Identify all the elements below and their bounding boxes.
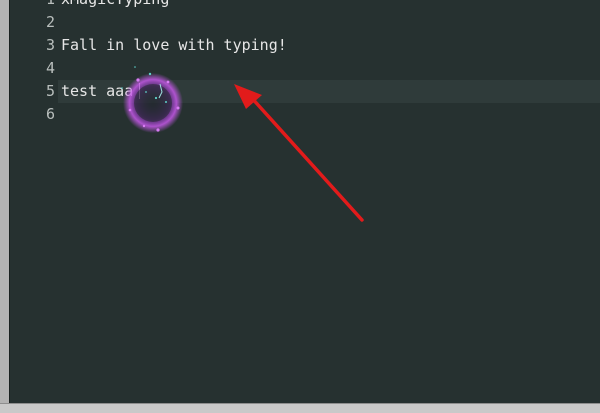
line-number-gutter: 1 2 3 4 5 6 <box>10 0 58 403</box>
line-number: 5 <box>45 82 55 100</box>
line-number: 4 <box>45 59 55 77</box>
text-cursor <box>139 83 141 99</box>
code-line[interactable]: xMagicTyping <box>58 0 600 11</box>
code-line[interactable]: Fall in love with typing! <box>58 34 600 57</box>
line-number: 6 <box>45 105 55 123</box>
code-line[interactable] <box>58 11 600 34</box>
code-line-text: test aaa <box>61 82 134 100</box>
line-number: 1 <box>10 0 55 11</box>
line-number: 3 <box>45 36 55 54</box>
code-line[interactable] <box>58 103 600 126</box>
code-area[interactable]: xMagicTyping Fall in love with typing! t… <box>58 0 600 403</box>
code-line[interactable] <box>58 57 600 80</box>
code-editor[interactable]: 1 2 3 4 5 6 xMagicTyping Fall in love wi… <box>9 0 600 403</box>
app-window: 1 2 3 4 5 6 xMagicTyping Fall in love wi… <box>0 0 600 413</box>
code-line-text: Fall in love with typing! <box>61 36 287 54</box>
current-code-line[interactable]: test aaa <box>58 80 600 103</box>
code-line-text: xMagicTyping <box>61 0 169 8</box>
line-number: 2 <box>45 13 55 31</box>
